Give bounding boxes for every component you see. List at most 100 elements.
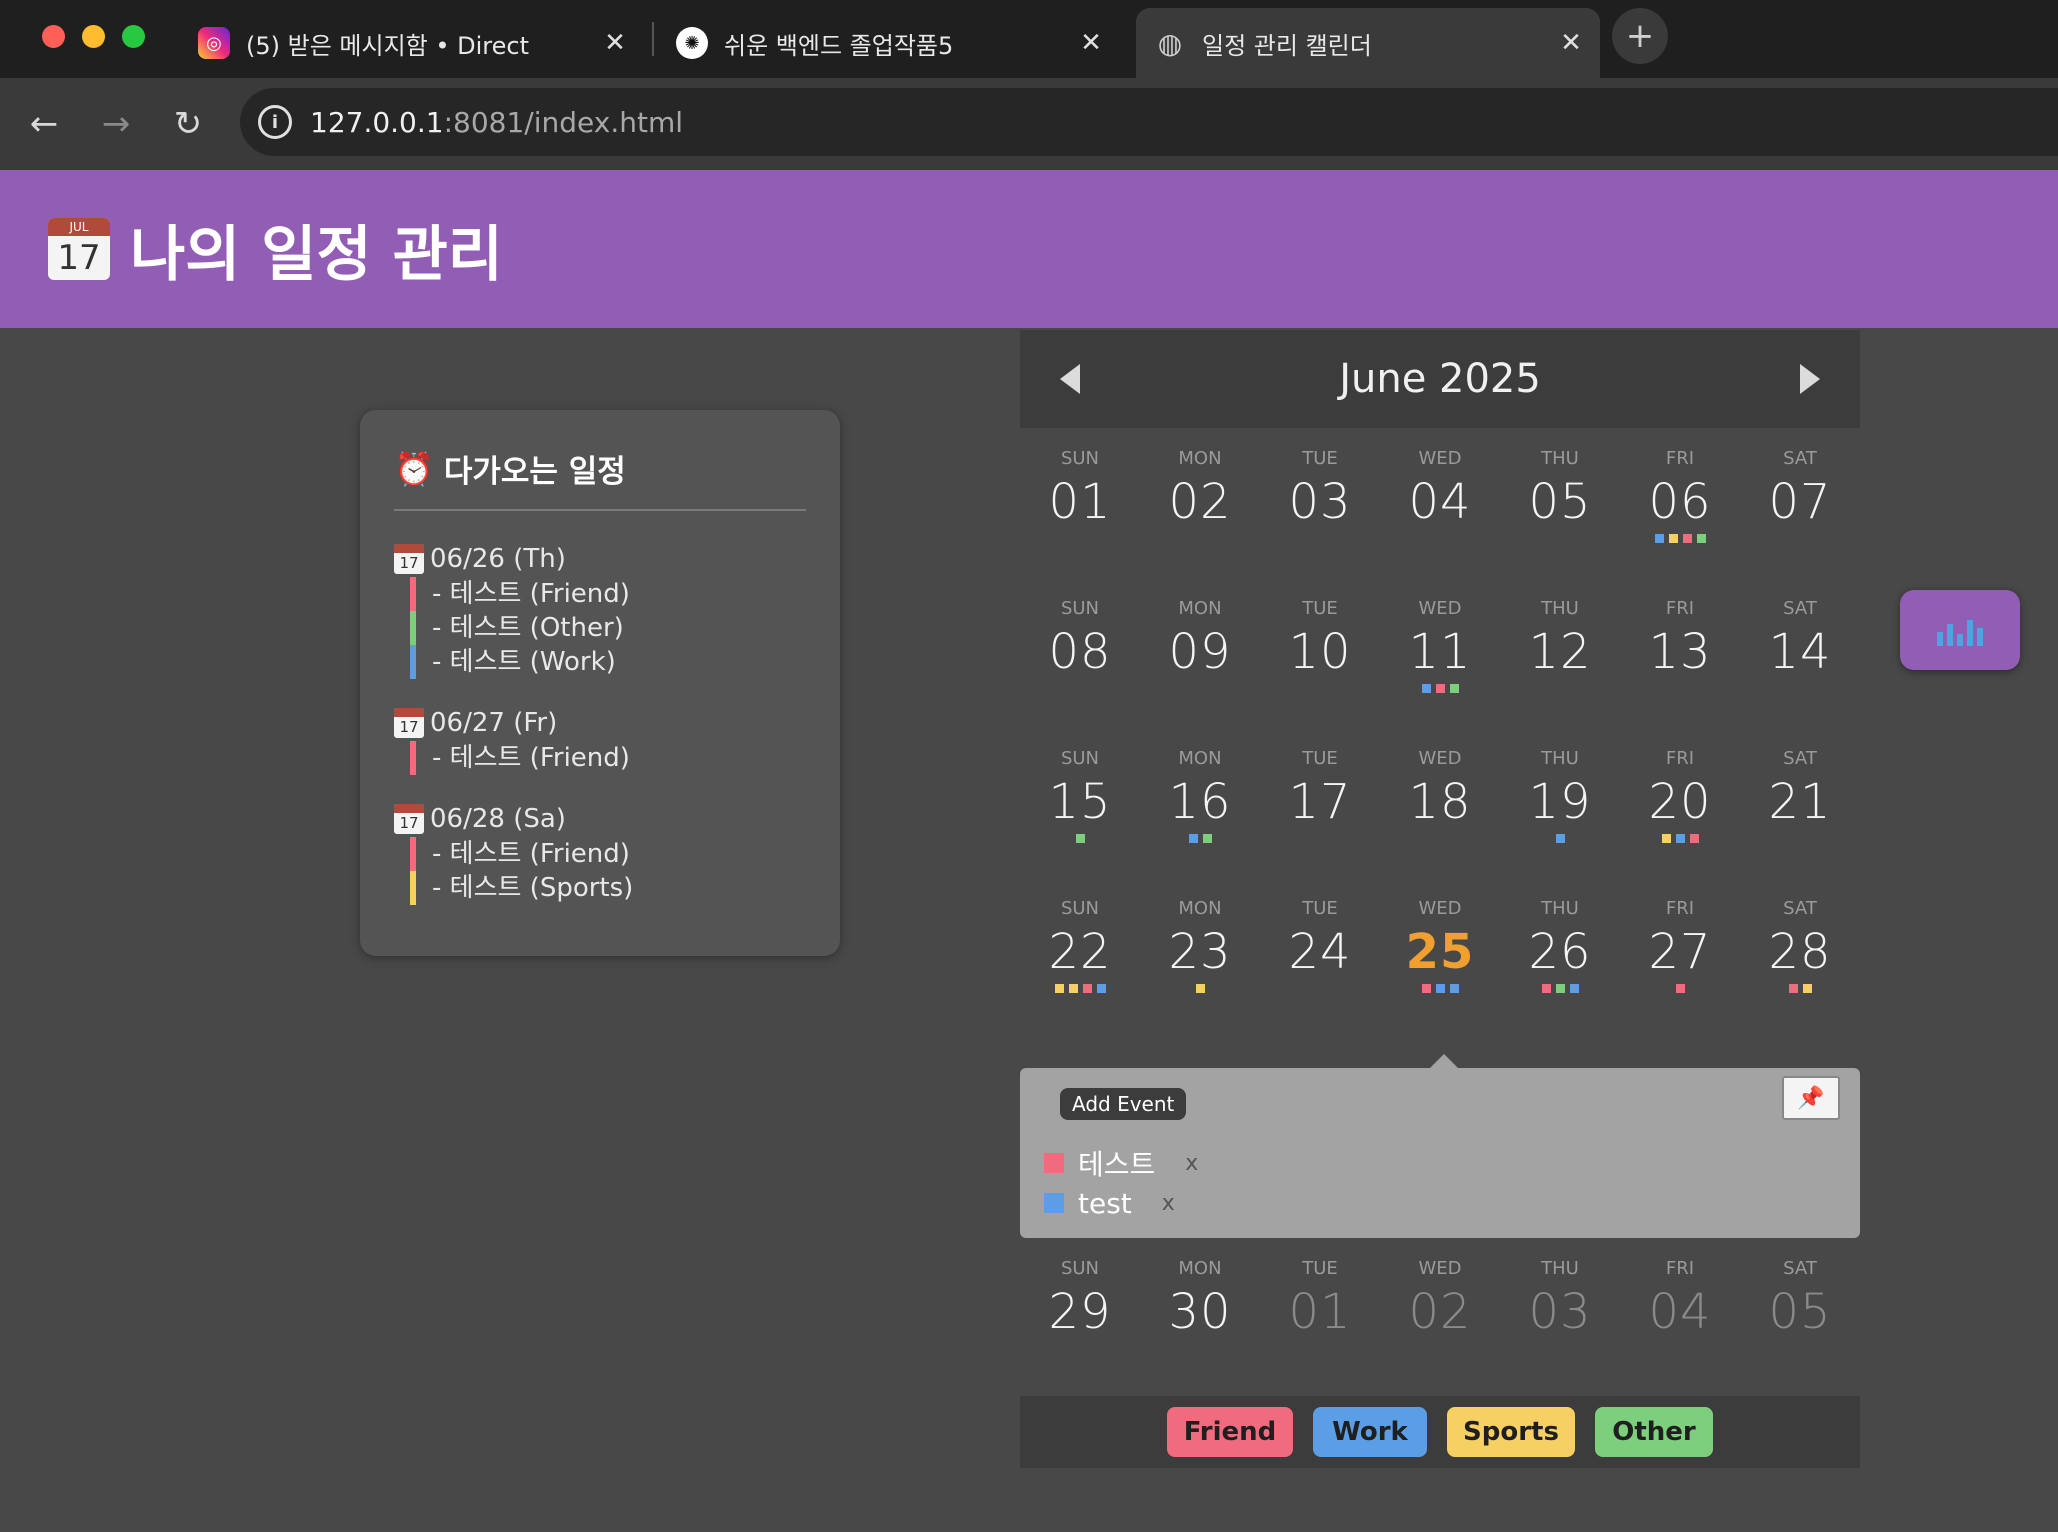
calendar-day[interactable]: SUN 15 [1020,728,1140,878]
event-dot [1082,984,1092,993]
legend-other-button[interactable]: Other [1595,1407,1713,1457]
upcoming-item[interactable]: - 테스트 (Friend) [410,837,806,871]
calendar-day[interactable]: THU 05 [1500,428,1620,578]
calendar-day-today[interactable]: WED 25 [1380,878,1500,1028]
address-bar[interactable]: i 127.0.0.1:8081/index.html [240,88,2058,156]
minimize-window-button[interactable] [82,25,105,48]
calendar-day[interactable]: THU 03 [1500,1238,1620,1388]
calendar-day[interactable]: FRI 27 [1620,878,1740,1028]
day-number: 17 [1288,774,1352,830]
calendar-day[interactable]: FRI 13 [1620,578,1740,728]
day-number: 14 [1768,624,1832,680]
event-row[interactable]: test x [1044,1184,1175,1222]
event-dots [1140,834,1260,843]
chart-icon[interactable] [1900,590,2020,670]
site-info-icon[interactable]: i [258,105,292,139]
calendar-day[interactable]: SAT 28 [1740,878,1860,1028]
weekday-label: WED [1418,448,1462,469]
tab-instagram[interactable]: ◎ (5) 받은 메시지함 • Direct ✕ [198,10,630,76]
calendar-day[interactable]: MON 16 [1140,728,1260,878]
calendar-day[interactable]: SUN 29 [1020,1238,1140,1388]
calendar-day[interactable]: WED 02 [1380,1238,1500,1388]
close-tab-icon[interactable]: ✕ [1556,28,1586,58]
calendar-day[interactable]: TUE 17 [1260,728,1380,878]
legend-work-button[interactable]: Work [1313,1407,1427,1457]
event-row[interactable]: 테스트 x [1044,1144,1198,1182]
calendar-day[interactable]: TUE 10 [1260,578,1380,728]
close-tab-icon[interactable]: ✕ [600,28,630,58]
reload-icon[interactable]: ↻ [164,100,212,148]
calendar-day[interactable]: MON 02 [1140,428,1260,578]
calendar-day[interactable]: FRI 20 [1620,728,1740,878]
calendar-icon: 17 [394,804,424,834]
day-number: 13 [1648,624,1712,680]
url-path: :8081/index.html [443,105,684,139]
calendar-day[interactable]: FRI 04 [1620,1238,1740,1388]
calendar-day[interactable]: SAT 14 [1740,578,1860,728]
forward-arrow-icon[interactable]: → [92,100,140,148]
calendar-day[interactable]: SAT 07 [1740,428,1860,578]
weekday-label: MON [1178,448,1222,469]
upcoming-date: 17 06/28 (Sa) [394,801,806,837]
calendar-week: SUN 15 MON 16 TUE 17 WED 18 THU 19 FRI 20 SAT 21 [1020,728,1860,878]
event-dot [1195,984,1205,993]
day-number: 27 [1648,924,1712,980]
calendar-day[interactable]: SUN 01 [1020,428,1140,578]
calendar-day[interactable]: WED 18 [1380,728,1500,878]
day-number: 01 [1048,474,1112,530]
upcoming-item[interactable]: - 테스트 (Work) [410,645,806,679]
month-label: June 2025 [1339,356,1541,402]
calendar-day[interactable]: MON 09 [1140,578,1260,728]
prev-month-icon[interactable] [1060,364,1080,394]
day-number: 03 [1528,1284,1592,1340]
legend-sports-button[interactable]: Sports [1447,1407,1575,1457]
url-host: 127.0.0.1 [310,105,444,139]
new-tab-button[interactable]: + [1612,8,1668,64]
category-swatch [1044,1153,1064,1173]
upcoming-item[interactable]: - 테스트 (Other) [410,611,806,645]
next-month-icon[interactable] [1800,364,1820,394]
calendar-day[interactable]: SUN 22 [1020,878,1140,1028]
day-number: 24 [1288,924,1352,980]
calendar-day[interactable]: MON 23 [1140,878,1260,1028]
calendar-day[interactable]: SAT 21 [1740,728,1860,878]
calendar-day[interactable]: SUN 08 [1020,578,1140,728]
maximize-window-button[interactable] [122,25,145,48]
calendar-day[interactable]: WED 11 [1380,578,1500,728]
day-number: 29 [1048,1284,1112,1340]
event-dot [1449,984,1459,993]
calendar-day[interactable]: TUE 03 [1260,428,1380,578]
back-arrow-icon[interactable]: ← [20,100,68,148]
weekday-label: WED [1418,898,1462,919]
event-dot [1675,984,1685,993]
delete-event-button[interactable]: x [1185,1151,1198,1176]
weekday-label: SUN [1060,898,1100,919]
close-window-button[interactable] [42,25,65,48]
add-event-button[interactable]: Add Event [1060,1088,1187,1120]
tab-chatgpt[interactable]: ✺ 쉬운 백엔드 졸업작품5 ✕ [676,10,1106,76]
event-dot [1802,984,1812,993]
calendar-day[interactable]: THU 12 [1500,578,1620,728]
calendar-day[interactable]: THU 26 [1500,878,1620,1028]
calendar-day[interactable]: SAT 05 [1740,1238,1860,1388]
close-tab-icon[interactable]: ✕ [1076,28,1106,58]
calendar-day[interactable]: MON 30 [1140,1238,1260,1388]
calendar-day[interactable]: WED 04 [1380,428,1500,578]
legend-friend-button[interactable]: Friend [1167,1407,1293,1457]
upcoming-item[interactable]: - 테스트 (Sports) [410,871,806,905]
pushpin-icon[interactable]: 📌 [1782,1076,1840,1120]
upcoming-item[interactable]: - 테스트 (Friend) [410,741,806,775]
calendar-day[interactable]: THU 19 [1500,728,1620,878]
calendar-day[interactable]: TUE 24 [1260,878,1380,1028]
browser-toolbar: ← → ↻ i 127.0.0.1:8081/index.html [0,78,2058,170]
event-dot [1661,834,1671,843]
upcoming-item[interactable]: - 테스트 (Friend) [410,577,806,611]
delete-event-button[interactable]: x [1162,1191,1175,1216]
weekday-label: SAT [1783,748,1817,769]
calendar-day[interactable]: TUE 01 [1260,1238,1380,1388]
tab-calendar-active[interactable]: ◍ 일정 관리 캘린더 ✕ [1136,8,1600,78]
calendar-day[interactable]: FRI 06 [1620,428,1740,578]
event-dot [1075,834,1085,843]
event-dot [1421,984,1431,993]
event-dot [1188,834,1198,843]
